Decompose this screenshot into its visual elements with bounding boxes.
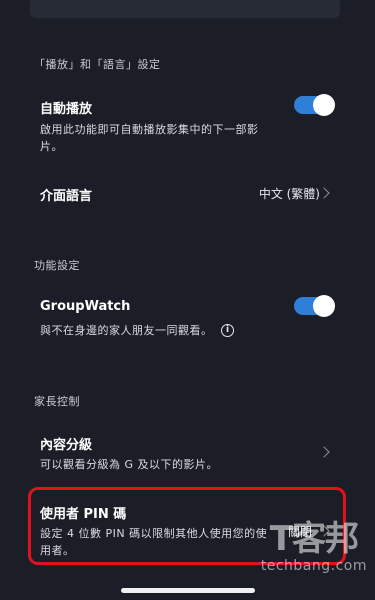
home-indicator: [121, 588, 255, 593]
section-title-parental: 家長控制: [34, 395, 80, 408]
watermark-url: techbang.com: [260, 558, 367, 574]
autoplay-desc-line2: 片。: [40, 140, 63, 153]
autoplay-title: 自動播放: [40, 102, 93, 117]
groupwatch-title: GroupWatch: [40, 299, 131, 314]
top-card: [30, 0, 340, 18]
chevron-right-icon: [318, 187, 330, 199]
groupwatch-desc: 與不在身邊的家人朋友一同觀看。: [40, 324, 213, 337]
content-rating-title: 內容分級: [40, 438, 93, 453]
groupwatch-toggle[interactable]: [294, 295, 335, 317]
section-title-features: 功能設定: [34, 259, 80, 272]
chevron-right-icon: [318, 446, 330, 458]
content-rating-desc: 可以觀看分級為 G 及以下的影片。: [40, 458, 219, 471]
toggle-knob: [313, 94, 335, 116]
watermark: T客邦 techbang.com: [261, 520, 367, 574]
autoplay-desc-line1: 啟用此功能即可自動播放影集中的下一部影: [40, 123, 259, 136]
interface-language-value: 中文 (繁體): [258, 187, 320, 201]
interface-language-title: 介面語言: [40, 189, 93, 204]
watermark-logo: T客邦: [269, 519, 359, 559]
section-title-playback-language: 「播放」和「語言」設定: [34, 58, 161, 71]
toggle-knob: [313, 295, 335, 317]
autoplay-toggle[interactable]: [294, 94, 335, 116]
info-icon[interactable]: i: [221, 324, 234, 337]
